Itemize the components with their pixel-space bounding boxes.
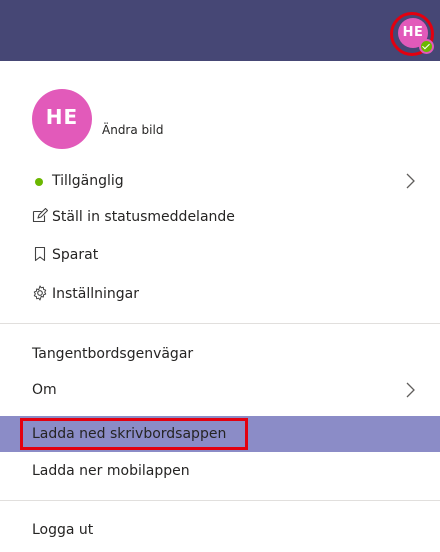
presence-available-icon: [419, 39, 434, 54]
top-bar: HE: [0, 0, 440, 61]
menu-item-saved[interactable]: Sparat: [0, 237, 440, 273]
profile-picture[interactable]: HE: [32, 89, 92, 149]
status-dot-icon: [35, 178, 43, 186]
menu-item-status-message[interactable]: Ställ in statusmeddelande: [0, 199, 440, 235]
menu-item-download-desktop-app[interactable]: Ladda ned skrivbordsappen: [0, 416, 440, 452]
keyboard-shortcuts-label: Tangentbordsgenvägar: [32, 346, 194, 362]
edit-message-icon: [32, 208, 48, 223]
profile-menu-window: HE HE Ändra bild Tillgänglig Ställ in st…: [0, 0, 440, 552]
menu-item-keyboard-shortcuts[interactable]: Tangentbordsgenvägar: [0, 336, 440, 372]
menu-item-download-mobile-app[interactable]: Ladda ner mobilappen: [0, 453, 440, 489]
menu-item-sign-out[interactable]: Logga ut: [0, 512, 440, 548]
chevron-right-icon: [406, 173, 415, 189]
chevron-right-icon: [406, 382, 415, 398]
profile-header: HE Ändra bild: [0, 61, 440, 149]
availability-label: Tillgänglig: [52, 173, 124, 189]
profile-avatar-button[interactable]: HE: [390, 12, 438, 60]
menu-item-settings[interactable]: Inställningar: [0, 276, 440, 312]
download-mobile-label: Ladda ner mobilappen: [32, 463, 190, 479]
gear-icon: [33, 285, 47, 301]
divider: [0, 500, 440, 501]
sign-out-label: Logga ut: [32, 522, 94, 538]
status-message-label: Ställ in statusmeddelande: [52, 209, 235, 225]
change-picture-link[interactable]: Ändra bild: [102, 123, 163, 137]
settings-label: Inställningar: [52, 286, 140, 302]
about-label: Om: [32, 382, 57, 398]
menu-item-about[interactable]: Om: [0, 372, 440, 408]
saved-label: Sparat: [52, 247, 99, 263]
bookmark-icon: [34, 246, 46, 262]
divider: [0, 323, 440, 324]
download-desktop-label: Ladda ned skrivbordsappen: [32, 426, 227, 442]
menu-item-availability[interactable]: Tillgänglig: [0, 163, 440, 199]
